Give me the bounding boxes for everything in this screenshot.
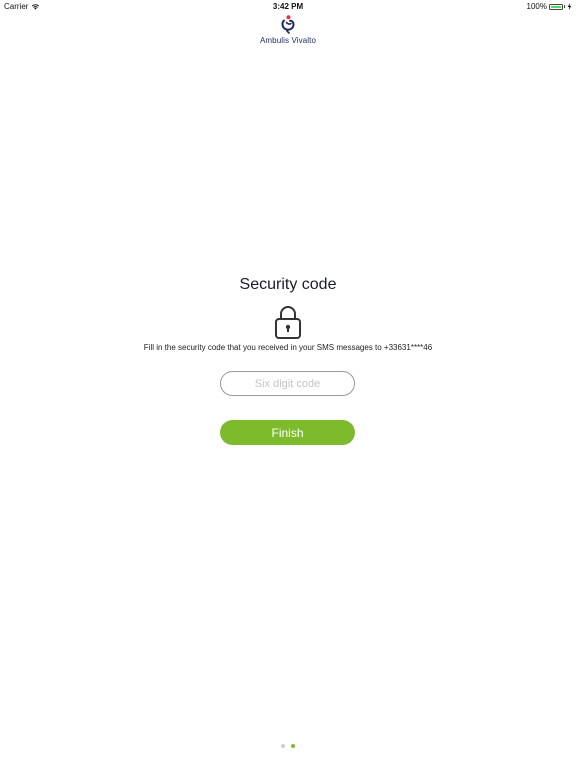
battery-icon xyxy=(549,3,563,10)
page-indicator xyxy=(0,744,576,748)
page-dot-2[interactable] xyxy=(291,744,295,748)
lock-icon xyxy=(275,306,301,339)
battery-level-fill xyxy=(551,5,561,8)
finish-button[interactable]: Finish xyxy=(220,420,355,445)
app-header: Ambulis Vivalto xyxy=(0,14,576,45)
logo-text: Ambulis Vivalto xyxy=(259,36,317,45)
battery-percent: 100% xyxy=(526,2,547,11)
charging-icon xyxy=(567,3,572,10)
page-dot-1[interactable] xyxy=(281,744,285,748)
page-title: Security code xyxy=(239,276,337,293)
status-bar: Carrier 3:42 PM 100% xyxy=(0,0,576,14)
battery-status: 100% xyxy=(527,2,572,11)
ambulis-logo-icon xyxy=(281,15,295,34)
security-code-input[interactable] xyxy=(220,371,355,396)
status-time: 3:42 PM xyxy=(272,2,304,11)
instructions-text: Fill in the security code that you recei… xyxy=(143,343,433,352)
battery-cap xyxy=(564,5,565,8)
